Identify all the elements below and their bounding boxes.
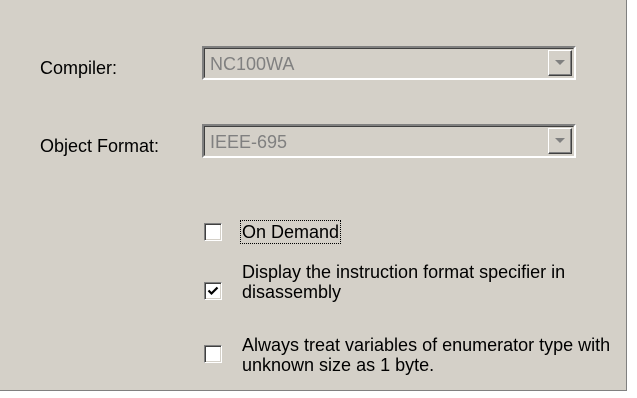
compiler-settings-panel: Compiler: NC100WA Object Format: IEEE-69… [0,0,627,391]
on-demand-checkbox[interactable] [204,223,222,241]
enum-size-label[interactable]: Always treat variables of enumerator typ… [242,335,617,375]
object-format-dropdown-button[interactable] [548,128,572,154]
display-format-specifier-checkbox[interactable] [204,282,222,300]
chevron-down-icon [555,138,565,143]
object-format-label: Object Format: [40,136,160,156]
enum-size-checkbox[interactable] [204,345,222,363]
on-demand-label[interactable]: On Demand [239,220,342,244]
object-format-dropdown[interactable]: IEEE-695 [202,124,576,158]
chevron-down-icon [555,60,565,65]
object-format-value: IEEE-695 [210,132,288,152]
compiler-dropdown-button[interactable] [548,50,572,76]
compiler-dropdown[interactable]: NC100WA [202,46,576,80]
compiler-label: Compiler: [40,58,118,78]
checkmark-icon [207,286,219,296]
display-format-specifier-label[interactable]: Display the instruction format specifier… [242,262,632,302]
compiler-value: NC100WA [210,54,295,74]
